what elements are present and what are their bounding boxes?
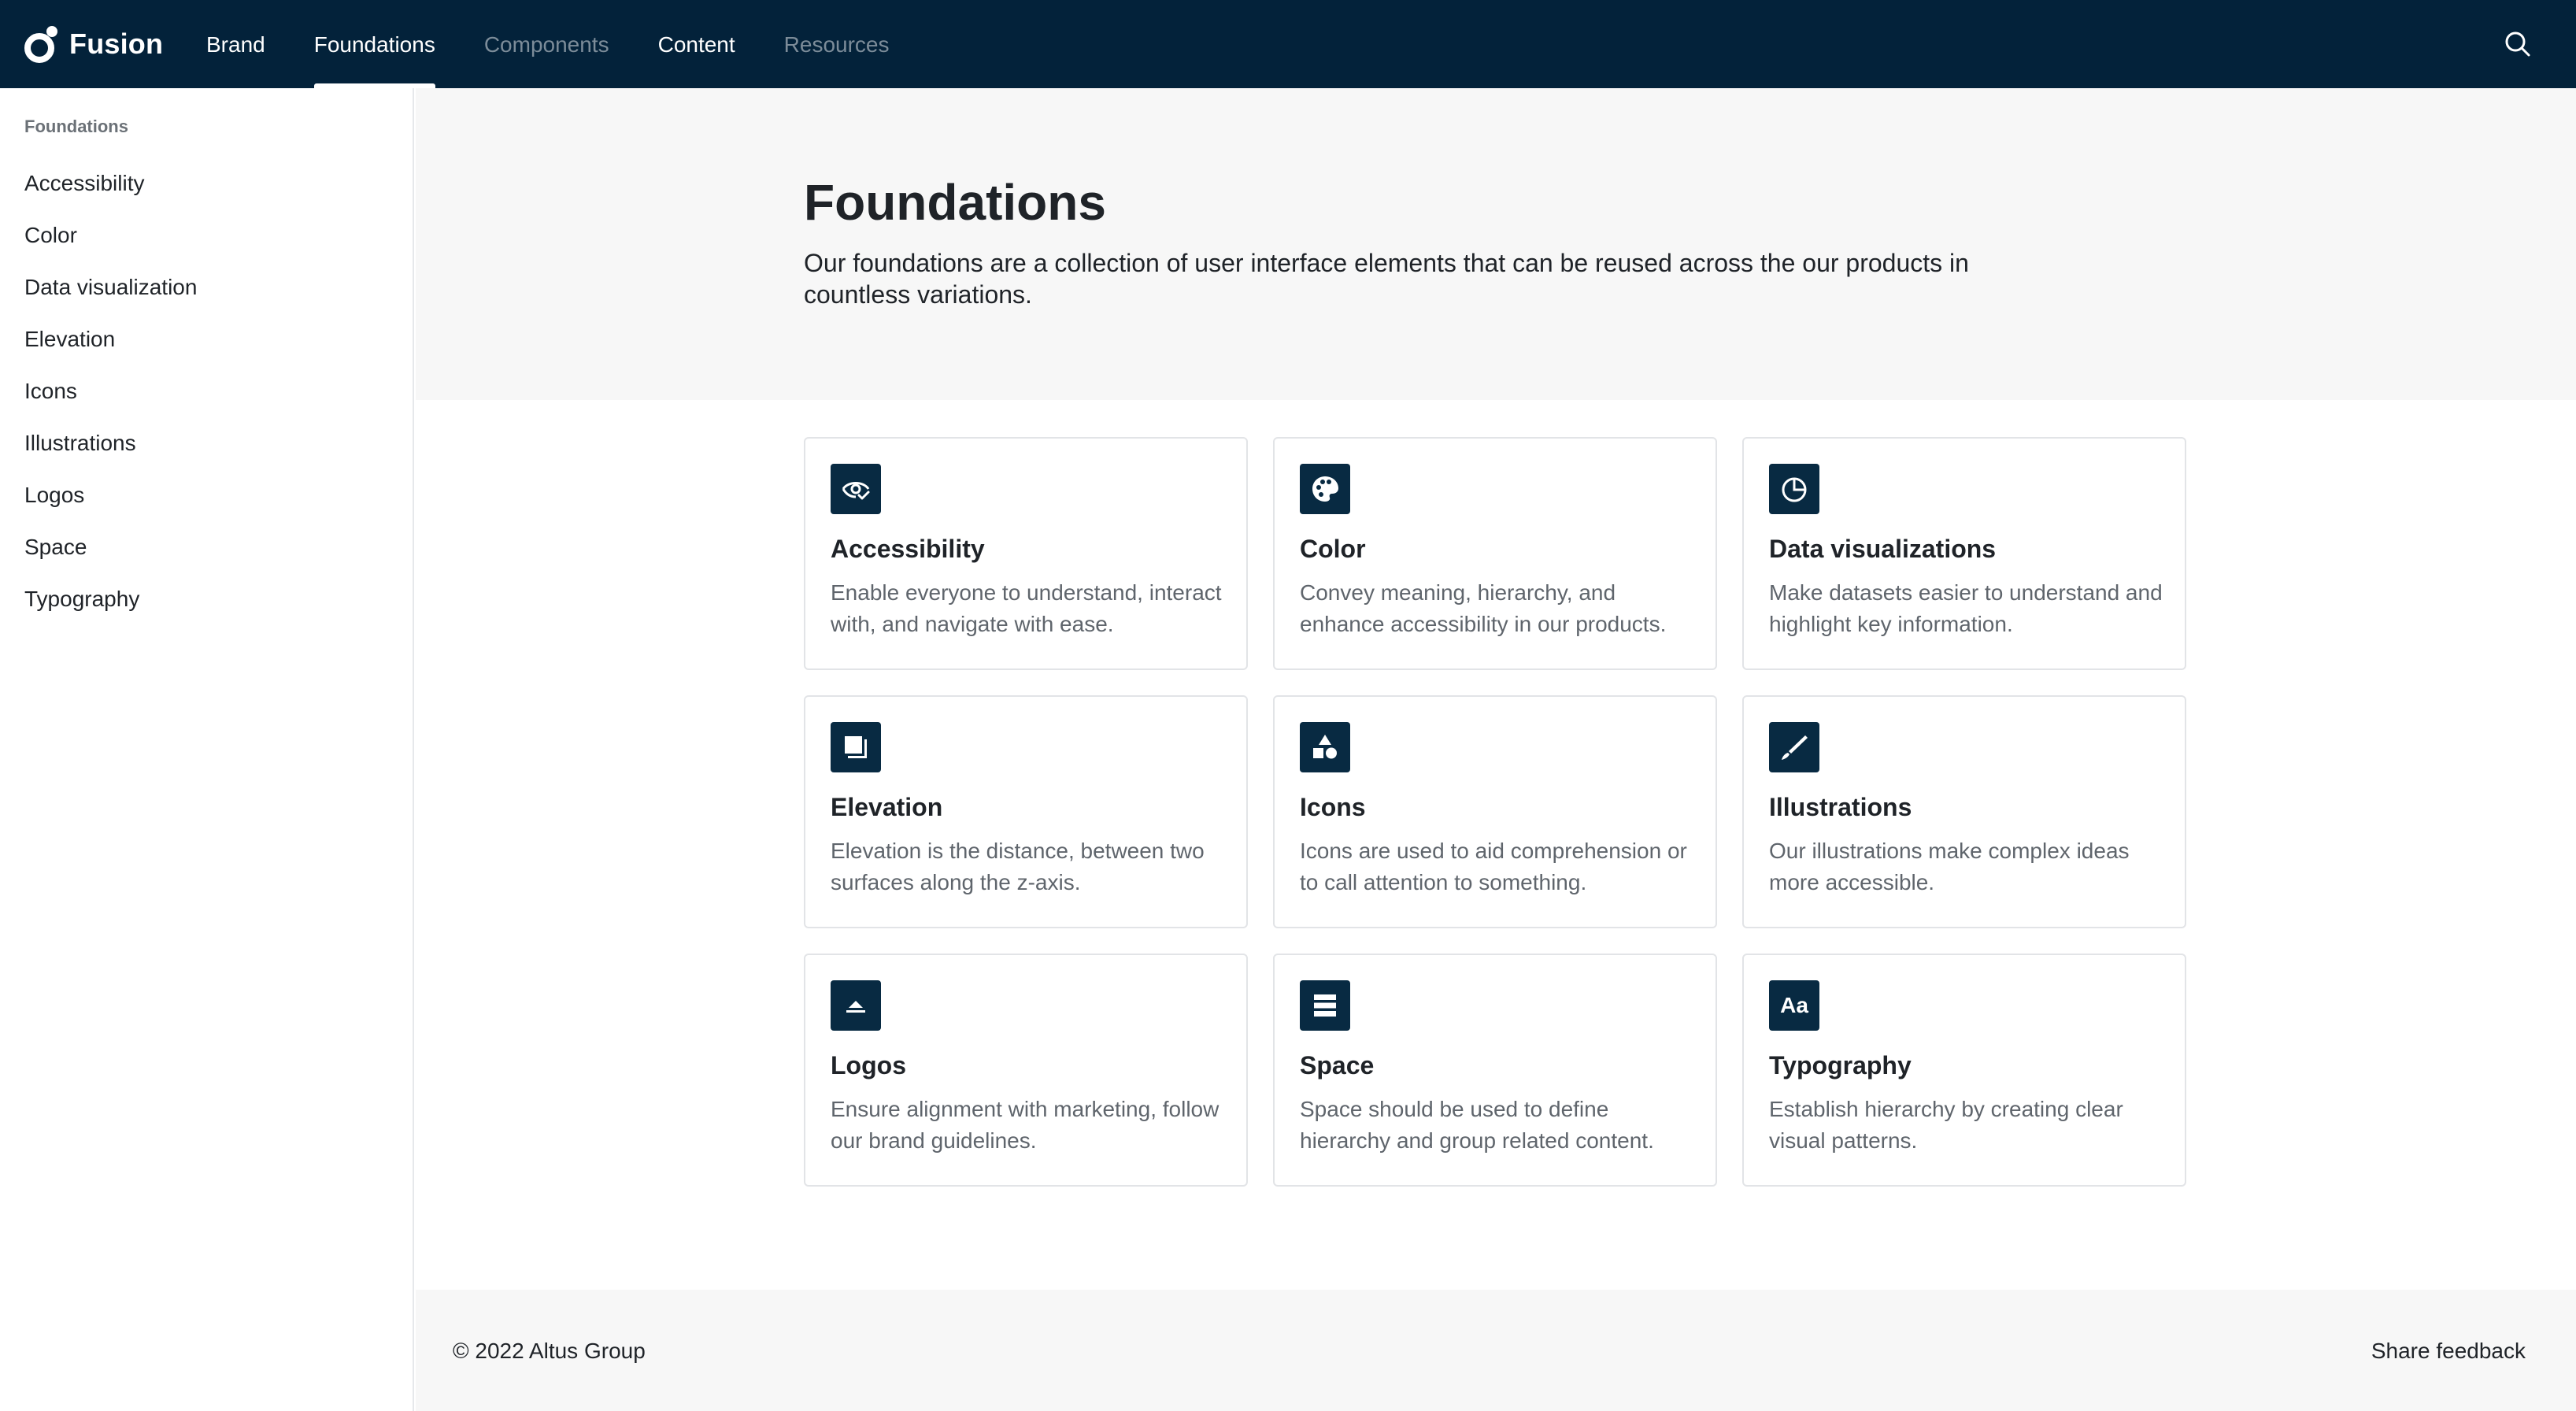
card-typography[interactable]: Aa Typography Establish hierarchy by cre… bbox=[1742, 954, 2186, 1187]
sidebar-list: Accessibility Color Data visualization E… bbox=[24, 157, 197, 625]
main-content: Foundations Our foundations are a collec… bbox=[416, 88, 2576, 1411]
card-title: Typography bbox=[1769, 1051, 1912, 1080]
brush-icon bbox=[1769, 722, 1819, 772]
nav-item-brand[interactable]: Brand bbox=[206, 0, 265, 88]
sidebar-item-typography[interactable]: Typography bbox=[24, 573, 197, 625]
sidebar-item-elevation[interactable]: Elevation bbox=[24, 313, 197, 365]
card-title: Icons bbox=[1300, 793, 1366, 821]
card-description: Space should be used to define hierarchy… bbox=[1300, 1097, 1654, 1153]
sidebar-item-space[interactable]: Space bbox=[24, 521, 197, 573]
card-space[interactable]: Space Space should be used to define hie… bbox=[1273, 954, 1717, 1187]
card-title: Elevation bbox=[831, 793, 943, 821]
page-description: Our foundations are a collection of user… bbox=[804, 249, 1969, 309]
sidebar-item-data-visualization[interactable]: Data visualization bbox=[24, 261, 197, 313]
sidebar-item-logos[interactable]: Logos bbox=[24, 469, 197, 521]
sidebar-item-color[interactable]: Color bbox=[24, 209, 197, 261]
nav-item-components[interactable]: Components bbox=[484, 0, 609, 88]
logo-mark-icon bbox=[831, 980, 881, 1031]
card-description: Enable everyone to understand, interact … bbox=[831, 580, 1222, 636]
card-description: Make datasets easier to understand and h… bbox=[1769, 580, 2163, 636]
card-description: Establish hierarchy by creating clear vi… bbox=[1769, 1097, 2123, 1153]
sidebar-item-icons[interactable]: Icons bbox=[24, 365, 197, 417]
card-elevation[interactable]: Elevation Elevation is the distance, bet… bbox=[804, 695, 1248, 928]
typography-icon: Aa bbox=[1769, 980, 1819, 1031]
accessibility-eye-icon bbox=[831, 464, 881, 514]
sidebar-heading: Foundations bbox=[24, 117, 128, 136]
pie-chart-icon bbox=[1769, 464, 1819, 514]
card-description: Ensure alignment with marketing, follow … bbox=[831, 1097, 1220, 1153]
nav-item-foundations[interactable]: Foundations bbox=[313, 0, 435, 88]
share-feedback-link[interactable]: Share feedback bbox=[2371, 1339, 2526, 1364]
card-title: Accessibility bbox=[831, 535, 985, 563]
sidebar: Foundations Accessibility Color Data vis… bbox=[0, 88, 414, 1411]
card-description: Icons are used to aid comprehension or t… bbox=[1300, 839, 1687, 894]
card-logos[interactable]: Logos Ensure alignment with marketing, f… bbox=[804, 954, 1248, 1187]
brand-name: Fusion bbox=[69, 28, 164, 60]
card-title: Illustrations bbox=[1769, 793, 1912, 821]
brand-logo[interactable]: Fusion bbox=[24, 20, 163, 68]
page-hero: Foundations Our foundations are a collec… bbox=[416, 88, 2576, 400]
card-illustrations[interactable]: Illustrations Our illustrations make com… bbox=[1742, 695, 2186, 928]
page-title: Foundations bbox=[804, 174, 1106, 231]
card-data-visualizations[interactable]: Data visualizations Make datasets easier… bbox=[1742, 437, 2186, 670]
card-description: Our illustrations make complex ideas mor… bbox=[1769, 839, 2130, 894]
layers-icon bbox=[831, 722, 881, 772]
card-title: Space bbox=[1300, 1051, 1375, 1080]
card-description: Elevation is the distance, between two s… bbox=[831, 839, 1205, 894]
sidebar-item-accessibility[interactable]: Accessibility bbox=[24, 157, 197, 209]
search-icon[interactable] bbox=[2504, 30, 2532, 58]
palette-icon bbox=[1300, 464, 1350, 514]
top-navigation-bar: Fusion Brand Foundations Components Cont… bbox=[0, 0, 2576, 88]
spacing-icon bbox=[1300, 980, 1350, 1031]
fusion-logo-icon bbox=[24, 24, 58, 64]
main-nav: Brand Foundations Components Content Res… bbox=[206, 0, 938, 88]
copyright-text: © 2022 Altus Group bbox=[453, 1339, 646, 1363]
card-title: Data visualizations bbox=[1769, 535, 1997, 563]
card-title: Color bbox=[1300, 535, 1366, 563]
foundation-cards-grid: Accessibility Enable everyone to underst… bbox=[804, 437, 2186, 1187]
nav-item-content[interactable]: Content bbox=[658, 0, 735, 88]
shapes-icon bbox=[1300, 722, 1350, 772]
card-title: Logos bbox=[831, 1051, 906, 1080]
page-footer: © 2022 Altus Group Share feedback bbox=[416, 1290, 2576, 1411]
card-color[interactable]: Color Convey meaning, hierarchy, and enh… bbox=[1273, 437, 1717, 670]
sidebar-item-illustrations[interactable]: Illustrations bbox=[24, 417, 197, 469]
typography-icon-glyph: Aa bbox=[1780, 993, 1808, 1017]
nav-item-resources[interactable]: Resources bbox=[784, 0, 890, 88]
card-icons[interactable]: Icons Icons are used to aid comprehensio… bbox=[1273, 695, 1717, 928]
card-description: Convey meaning, hierarchy, and enhance a… bbox=[1300, 580, 1667, 636]
card-accessibility[interactable]: Accessibility Enable everyone to underst… bbox=[804, 437, 1248, 670]
